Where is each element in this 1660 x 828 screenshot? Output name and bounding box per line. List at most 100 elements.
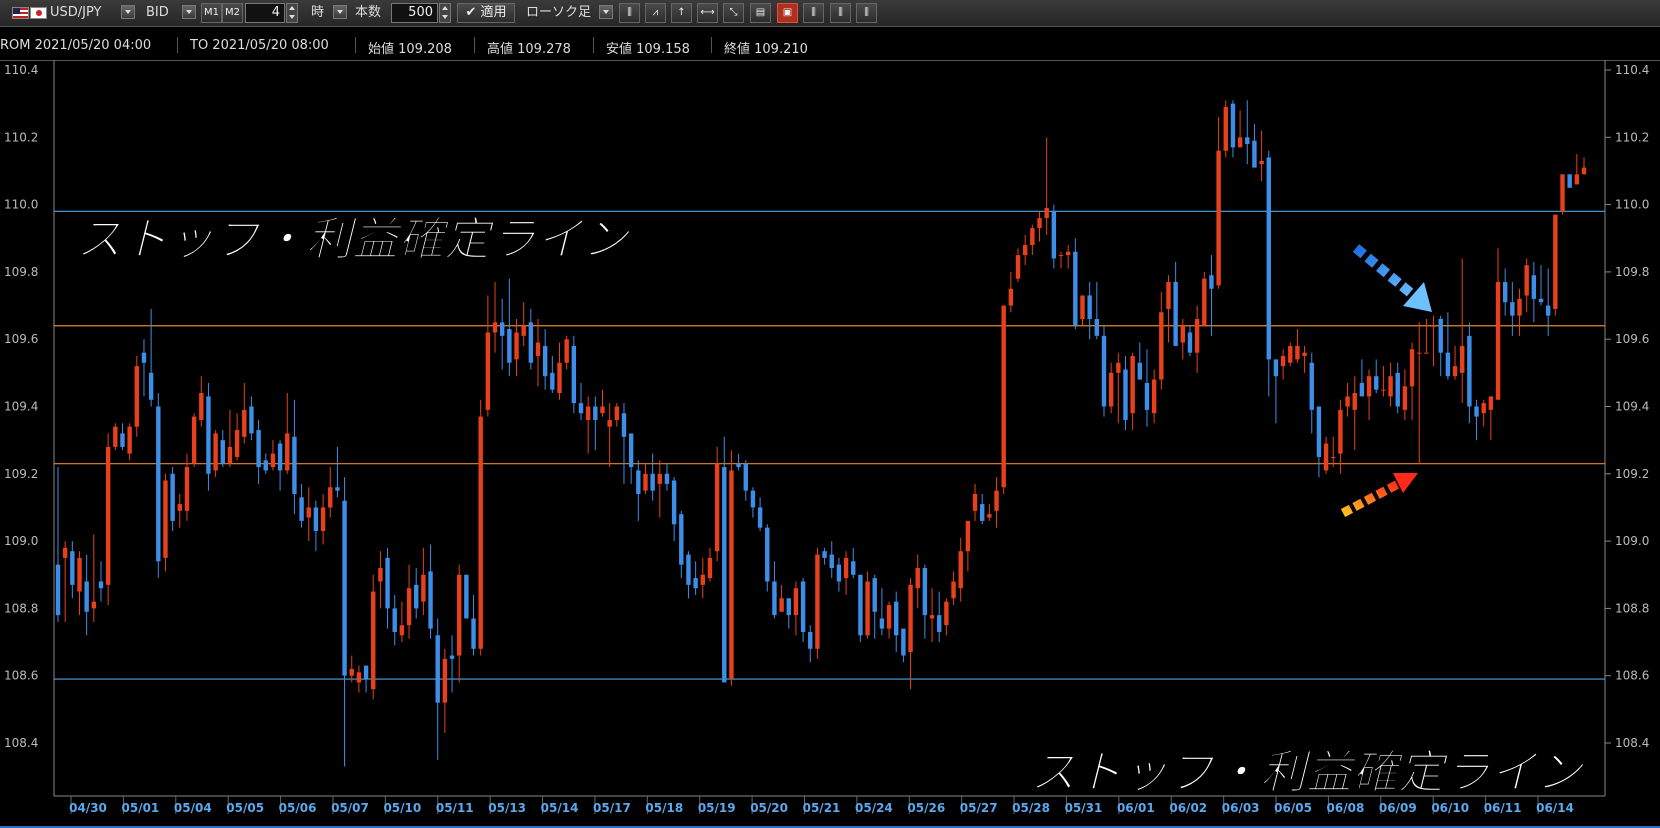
- pair-dropdown[interactable]: [121, 5, 135, 19]
- down-candle: [1123, 369, 1128, 420]
- up-candle: [1001, 305, 1006, 488]
- down-candle: [471, 618, 476, 649]
- count-stepper[interactable]: [439, 3, 451, 23]
- annotation-bottom: ストップ・利益確定ライン: [1030, 745, 1585, 799]
- down-candle: [220, 440, 225, 464]
- up-candle: [779, 598, 784, 612]
- indicator-icon[interactable]: ▤: [750, 3, 771, 23]
- up-arrow-icon: [1340, 473, 1418, 517]
- apply-button[interactable]: ✔ 適用: [457, 3, 515, 23]
- y-tick-label: 109.0: [1615, 534, 1649, 548]
- one-r-icon[interactable]: ↑: [671, 3, 692, 23]
- down-candle: [1273, 359, 1279, 377]
- x-tick-label: 05/27: [960, 801, 998, 815]
- period-stepper[interactable]: [286, 3, 298, 23]
- up-candle: [1366, 376, 1372, 397]
- separator: [177, 37, 178, 53]
- up-candle: [1065, 251, 1071, 256]
- y-tick-label: 110.4: [1615, 63, 1649, 77]
- down-candle: [822, 551, 827, 558]
- line-icon[interactable]: ⩘: [645, 3, 666, 23]
- up-candle: [908, 584, 913, 653]
- up-candle: [929, 615, 935, 619]
- down-candle: [435, 635, 440, 703]
- up-candle: [105, 446, 111, 585]
- m1-button[interactable]: M1: [201, 3, 222, 23]
- x-tick-label: 06/08: [1327, 801, 1365, 815]
- up-candle: [1008, 288, 1014, 306]
- up-candle: [62, 547, 68, 558]
- down-candle: [679, 514, 684, 565]
- down-candle: [1510, 302, 1515, 316]
- hl-icon[interactable]: ⤡: [723, 3, 744, 23]
- tool-b-icon[interactable]: ⫼: [830, 3, 851, 23]
- up-candle: [714, 463, 720, 552]
- up-candle: [1381, 389, 1386, 391]
- chart-type-label: ローソク足: [526, 5, 592, 20]
- order-icon[interactable]: ▣: [777, 3, 798, 23]
- down-candle: [829, 554, 834, 569]
- down-candle: [263, 460, 268, 471]
- candlestick-chart[interactable]: 110.4 110.2 110.0 109.8 109.6 109.4 109.2 109.0…: [0, 60, 1660, 826]
- tool-c-icon[interactable]: ⫼: [856, 3, 877, 23]
- up-candle: [1560, 174, 1565, 212]
- separator: [474, 37, 475, 53]
- up-candle: [1022, 244, 1028, 256]
- down-candle: [664, 473, 670, 484]
- candles-layer: [55, 100, 1587, 767]
- down-candle: [1144, 382, 1150, 410]
- down-candle: [922, 568, 928, 616]
- chart-type-dropdown[interactable]: [599, 5, 613, 19]
- y-tick-label: 109.8: [4, 265, 38, 279]
- down-candle: [636, 470, 641, 494]
- up-candle: [1030, 228, 1035, 245]
- y-tick-label: 109.4: [1615, 400, 1649, 414]
- m2-button[interactable]: M2: [222, 3, 243, 23]
- down-candle: [1359, 382, 1365, 397]
- up-candle: [91, 601, 97, 609]
- x-tick-label: 06/10: [1431, 801, 1469, 815]
- period-unit-dropdown[interactable]: [333, 5, 347, 19]
- y-tick-label: 109.0: [4, 534, 38, 548]
- up-candle: [457, 574, 462, 656]
- down-candle: [84, 581, 89, 612]
- up-candle: [729, 470, 734, 680]
- down-candle: [156, 406, 161, 562]
- up-candle: [1130, 356, 1135, 414]
- down-candle: [671, 480, 677, 525]
- down-candle: [686, 554, 691, 585]
- tool-a-icon[interactable]: ⫼: [803, 3, 824, 23]
- down-candle: [1374, 376, 1379, 390]
- up-candle: [564, 339, 569, 363]
- up-candle: [485, 332, 491, 410]
- up-candle: [191, 416, 197, 464]
- down-candle: [808, 631, 813, 649]
- price-type-dropdown[interactable]: [182, 5, 196, 19]
- down-candle: [1445, 352, 1451, 377]
- down-candle: [249, 406, 254, 434]
- y-tick-label: 108.8: [1615, 601, 1649, 615]
- up-candle: [1452, 366, 1458, 377]
- up-candle: [965, 520, 971, 552]
- down-candle: [1545, 305, 1551, 316]
- down-candle: [772, 581, 777, 616]
- down-candle: [757, 507, 763, 528]
- trend-line-icon[interactable]: ⟷: [697, 3, 718, 23]
- down-candle: [55, 564, 61, 616]
- up-candle: [1166, 281, 1171, 309]
- y-tick-label: 108.6: [4, 669, 38, 683]
- x-tick-label: 06/09: [1379, 801, 1417, 815]
- down-candle: [693, 578, 698, 589]
- y-tick-label: 110.4: [4, 63, 38, 77]
- up-candle: [657, 473, 663, 484]
- count-input[interactable]: 500: [391, 3, 438, 23]
- down-candle: [1467, 335, 1472, 407]
- period-input[interactable]: 4: [245, 3, 285, 23]
- jp-flag-icon: [30, 7, 47, 19]
- y-tick-label: 109.2: [4, 467, 38, 481]
- x-tick-label: 06/01: [1117, 801, 1155, 815]
- down-candle: [170, 473, 175, 521]
- down-candle: [1209, 275, 1214, 289]
- candle-icon[interactable]: ⫼: [619, 3, 640, 23]
- up-candle: [378, 568, 383, 582]
